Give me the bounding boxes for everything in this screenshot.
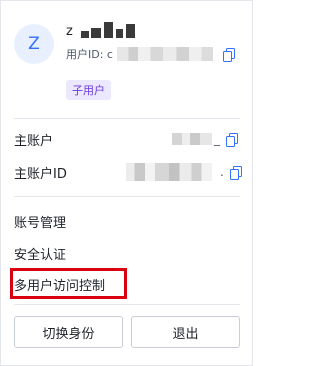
user-id-row: 用户ID: c <box>66 45 213 63</box>
username-redacted <box>80 22 139 40</box>
main-account-id-value: . <box>126 163 242 181</box>
menu-item-account-management[interactable]: 账号管理 <box>14 210 66 232</box>
main-account-trail: _ <box>214 132 220 146</box>
copy-main-account-id-icon[interactable] <box>229 166 242 180</box>
main-account-id-label: 主账户ID <box>14 166 67 182</box>
main-account-id-redacted <box>126 163 212 181</box>
role-badge: 子用户 <box>66 80 111 100</box>
main-account-value: _ <box>172 132 238 147</box>
account-dropdown-panel: Z z 用户ID: c 子用户 主账户 _ 主账户ID . 账号管理 安全认证 … <box>0 0 253 366</box>
user-id-redacted <box>116 47 213 61</box>
menu-item-security-auth[interactable]: 安全认证 <box>14 242 66 264</box>
user-id-label: 用户ID: c <box>66 48 113 61</box>
username-prefix: z <box>66 23 73 39</box>
main-account-label: 主账户 <box>14 133 54 149</box>
divider <box>14 196 240 197</box>
switch-identity-button[interactable]: 切换身份 <box>14 316 123 348</box>
main-account-row: 主账户 _ <box>14 129 240 149</box>
main-account-id-row: 主账户ID . <box>14 162 242 182</box>
logout-button[interactable]: 退出 <box>131 316 240 348</box>
divider <box>14 118 240 119</box>
copy-user-id-icon[interactable] <box>223 48 235 62</box>
main-account-redacted <box>172 133 212 145</box>
copy-main-account-icon[interactable] <box>226 133 238 147</box>
avatar: Z <box>14 24 54 64</box>
main-account-id-trail: . <box>220 165 224 179</box>
highlight-box <box>10 268 127 299</box>
username: z <box>66 20 139 42</box>
divider <box>14 304 240 305</box>
avatar-letter: Z <box>28 34 40 54</box>
